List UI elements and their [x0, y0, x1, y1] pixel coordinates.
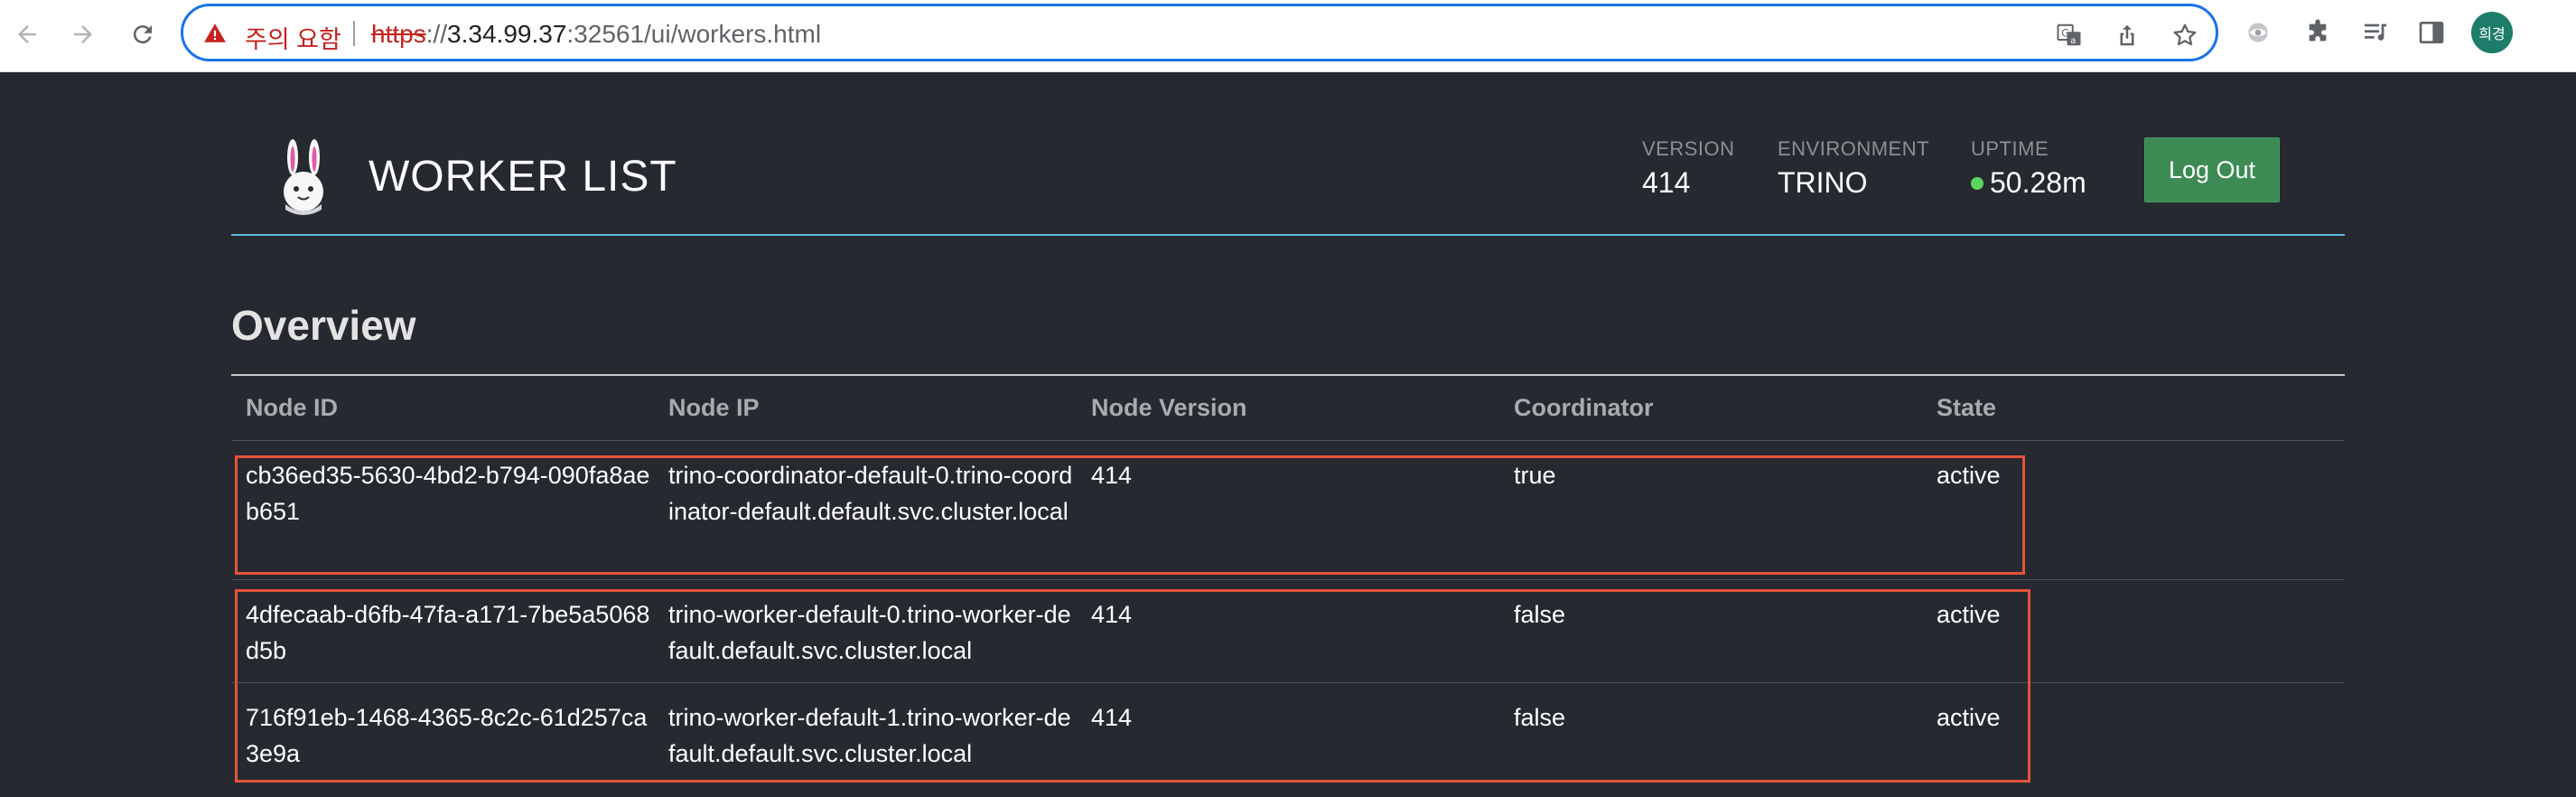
table-header-row: Node ID Node IP Node Version Coordinator…	[231, 374, 2345, 441]
page-header: WORKER LIST VERSION 414 ENVIRONMENT TRIN…	[231, 72, 2345, 236]
uptime-value: 50.28m	[1990, 166, 2086, 199]
share-icon	[2120, 24, 2134, 46]
node-ip-cell: trino-worker-default-1.trino-worker-defa…	[668, 704, 1071, 767]
version-stat: VERSION 414	[1642, 137, 1735, 200]
coordinator-cell: false	[1514, 704, 1566, 731]
warning-icon	[204, 23, 226, 42]
extensions-button[interactable]	[2301, 16, 2334, 49]
address-bar[interactable]: 주의 요함 https://3.34.99.37:32561/ui/worker…	[181, 4, 2218, 61]
arrow-left-icon	[18, 25, 36, 43]
environment-stat: ENVIRONMENT TRINO	[1778, 137, 1929, 200]
coordinator-cell: true	[1514, 462, 1556, 489]
node-version-cell: 414	[1091, 462, 1133, 489]
extension-button[interactable]	[2242, 16, 2274, 49]
state-cell: active	[1937, 601, 2001, 628]
page-title: WORKER LIST	[369, 153, 677, 201]
table-row[interactable]: cb36ed35-5630-4bd2-b794-090fa8aeb651 tri…	[231, 441, 2345, 580]
arrow-right-icon	[74, 25, 92, 43]
table-row[interactable]: 4dfecaab-d6fb-47fa-a171-7be5a5068d5b tri…	[231, 580, 2345, 683]
node-id-cell[interactable]: cb36ed35-5630-4bd2-b794-090fa8aeb651	[246, 457, 652, 530]
trino-bunny-logo	[284, 139, 323, 215]
node-ip-cell: trino-coordinator-default-0.trino-coordi…	[668, 462, 1073, 525]
uptime-row: 50.28m	[1971, 166, 2086, 200]
omnibox-divider	[353, 21, 355, 46]
overview-heading: Overview	[231, 302, 416, 349]
bookmark-button[interactable]	[2170, 21, 2199, 50]
reload-icon	[133, 25, 152, 44]
star-icon	[2173, 23, 2197, 46]
state-cell: active	[1937, 704, 2001, 731]
side-panel-button[interactable]	[2415, 16, 2448, 49]
url-scheme: https	[371, 20, 426, 48]
translate-icon: Ga	[2057, 23, 2081, 46]
uptime-stat: UPTIME 50.28m	[1971, 137, 2086, 200]
media-control-button[interactable]	[2359, 16, 2392, 49]
environment-label: ENVIRONMENT	[1778, 137, 1930, 160]
url-path: :32561/ui/workers.html	[566, 20, 822, 48]
node-ip-cell: trino-worker-default-0.trino-worker-defa…	[668, 601, 1071, 664]
side-panel-icon	[2419, 22, 2444, 43]
playlist-icon	[2365, 23, 2386, 41]
puzzle-icon	[2309, 19, 2327, 42]
node-version-cell: 414	[1091, 601, 1133, 628]
profile-avatar[interactable]: 희경	[2471, 12, 2513, 53]
translate-button[interactable]: Ga	[2055, 21, 2084, 50]
url-host: 3.34.99.37	[447, 20, 567, 48]
security-warning-text[interactable]: 주의 요함	[245, 20, 341, 55]
url-text[interactable]: https://3.34.99.37:32561/ui/workers.html	[371, 20, 821, 49]
state-cell: active	[1937, 462, 2001, 489]
column-header-node-id: Node ID	[246, 394, 339, 421]
page-body: WORKER LIST VERSION 414 ENVIRONMENT TRIN…	[0, 72, 2576, 797]
column-header-node-version: Node Version	[1091, 394, 1247, 421]
forward-button[interactable]	[63, 14, 103, 54]
environment-value: TRINO	[1778, 166, 1868, 199]
browser-toolbar: 주의 요함 https://3.34.99.37:32561/ui/worker…	[0, 0, 2576, 72]
svg-text:a: a	[2070, 36, 2076, 46]
node-version-cell: 414	[1091, 704, 1133, 731]
uptime-label: UPTIME	[1971, 137, 2049, 160]
uptime-status-dot	[1971, 176, 1983, 190]
column-header-node-ip: Node IP	[668, 394, 760, 421]
version-label: VERSION	[1642, 137, 1735, 160]
workers-table: Node ID Node IP Node Version Coordinator…	[231, 374, 2345, 786]
share-button[interactable]	[2113, 21, 2142, 50]
url-separator: ://	[425, 20, 448, 48]
logout-button[interactable]: Log Out	[2144, 137, 2280, 202]
back-button[interactable]	[7, 14, 47, 54]
version-value: 414	[1642, 166, 1691, 199]
coordinator-cell: false	[1514, 601, 1566, 628]
node-id-cell[interactable]: 4dfecaab-d6fb-47fa-a171-7be5a5068d5b	[246, 596, 652, 669]
reload-button[interactable]	[123, 14, 163, 54]
table-row[interactable]: 716f91eb-1468-4365-8c2c-61d257ca3e9a tri…	[231, 683, 2345, 786]
content-container: WORKER LIST VERSION 414 ENVIRONMENT TRIN…	[231, 72, 2345, 797]
column-header-coordinator: Coordinator	[1514, 394, 1654, 421]
node-id-cell[interactable]: 716f91eb-1468-4365-8c2c-61d257ca3e9a	[246, 699, 652, 772]
extension-eye-icon	[2248, 23, 2268, 42]
column-header-state: State	[1937, 394, 1997, 421]
